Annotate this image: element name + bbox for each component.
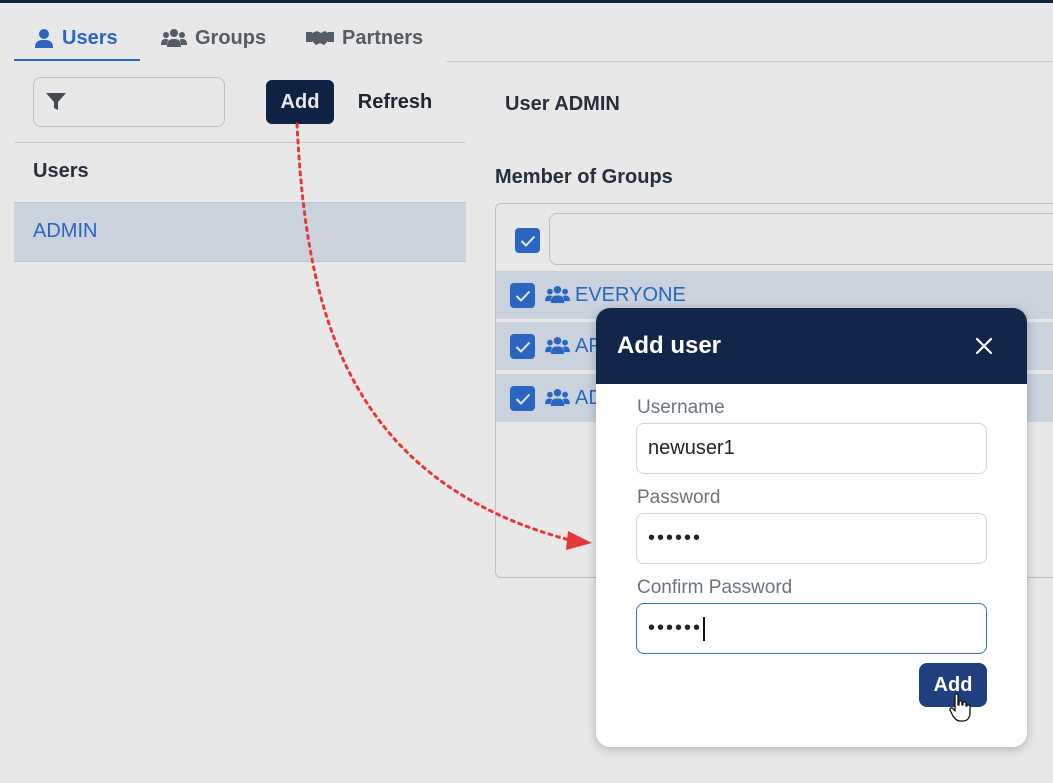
- confirm-password-value: ••••••: [648, 617, 703, 639]
- confirm-password-label: Confirm Password: [637, 577, 793, 598]
- password-input[interactable]: ••••••: [636, 513, 987, 564]
- text-caret: [703, 616, 706, 641]
- password-value: ••••••: [648, 527, 703, 549]
- username-value: newuser1: [648, 437, 735, 459]
- dialog-title: Add user: [617, 332, 722, 359]
- username-label: Username: [637, 397, 725, 418]
- dialog-header: Add user: [596, 308, 1027, 384]
- confirm-password-input[interactable]: ••••••: [636, 603, 987, 654]
- close-icon[interactable]: [974, 336, 994, 356]
- password-label: Password: [637, 487, 721, 508]
- add-user-dialog: Add user Username newuser1 Password ••••…: [596, 308, 1027, 747]
- hand-pointer-icon: [949, 693, 971, 722]
- username-input[interactable]: newuser1: [636, 423, 987, 474]
